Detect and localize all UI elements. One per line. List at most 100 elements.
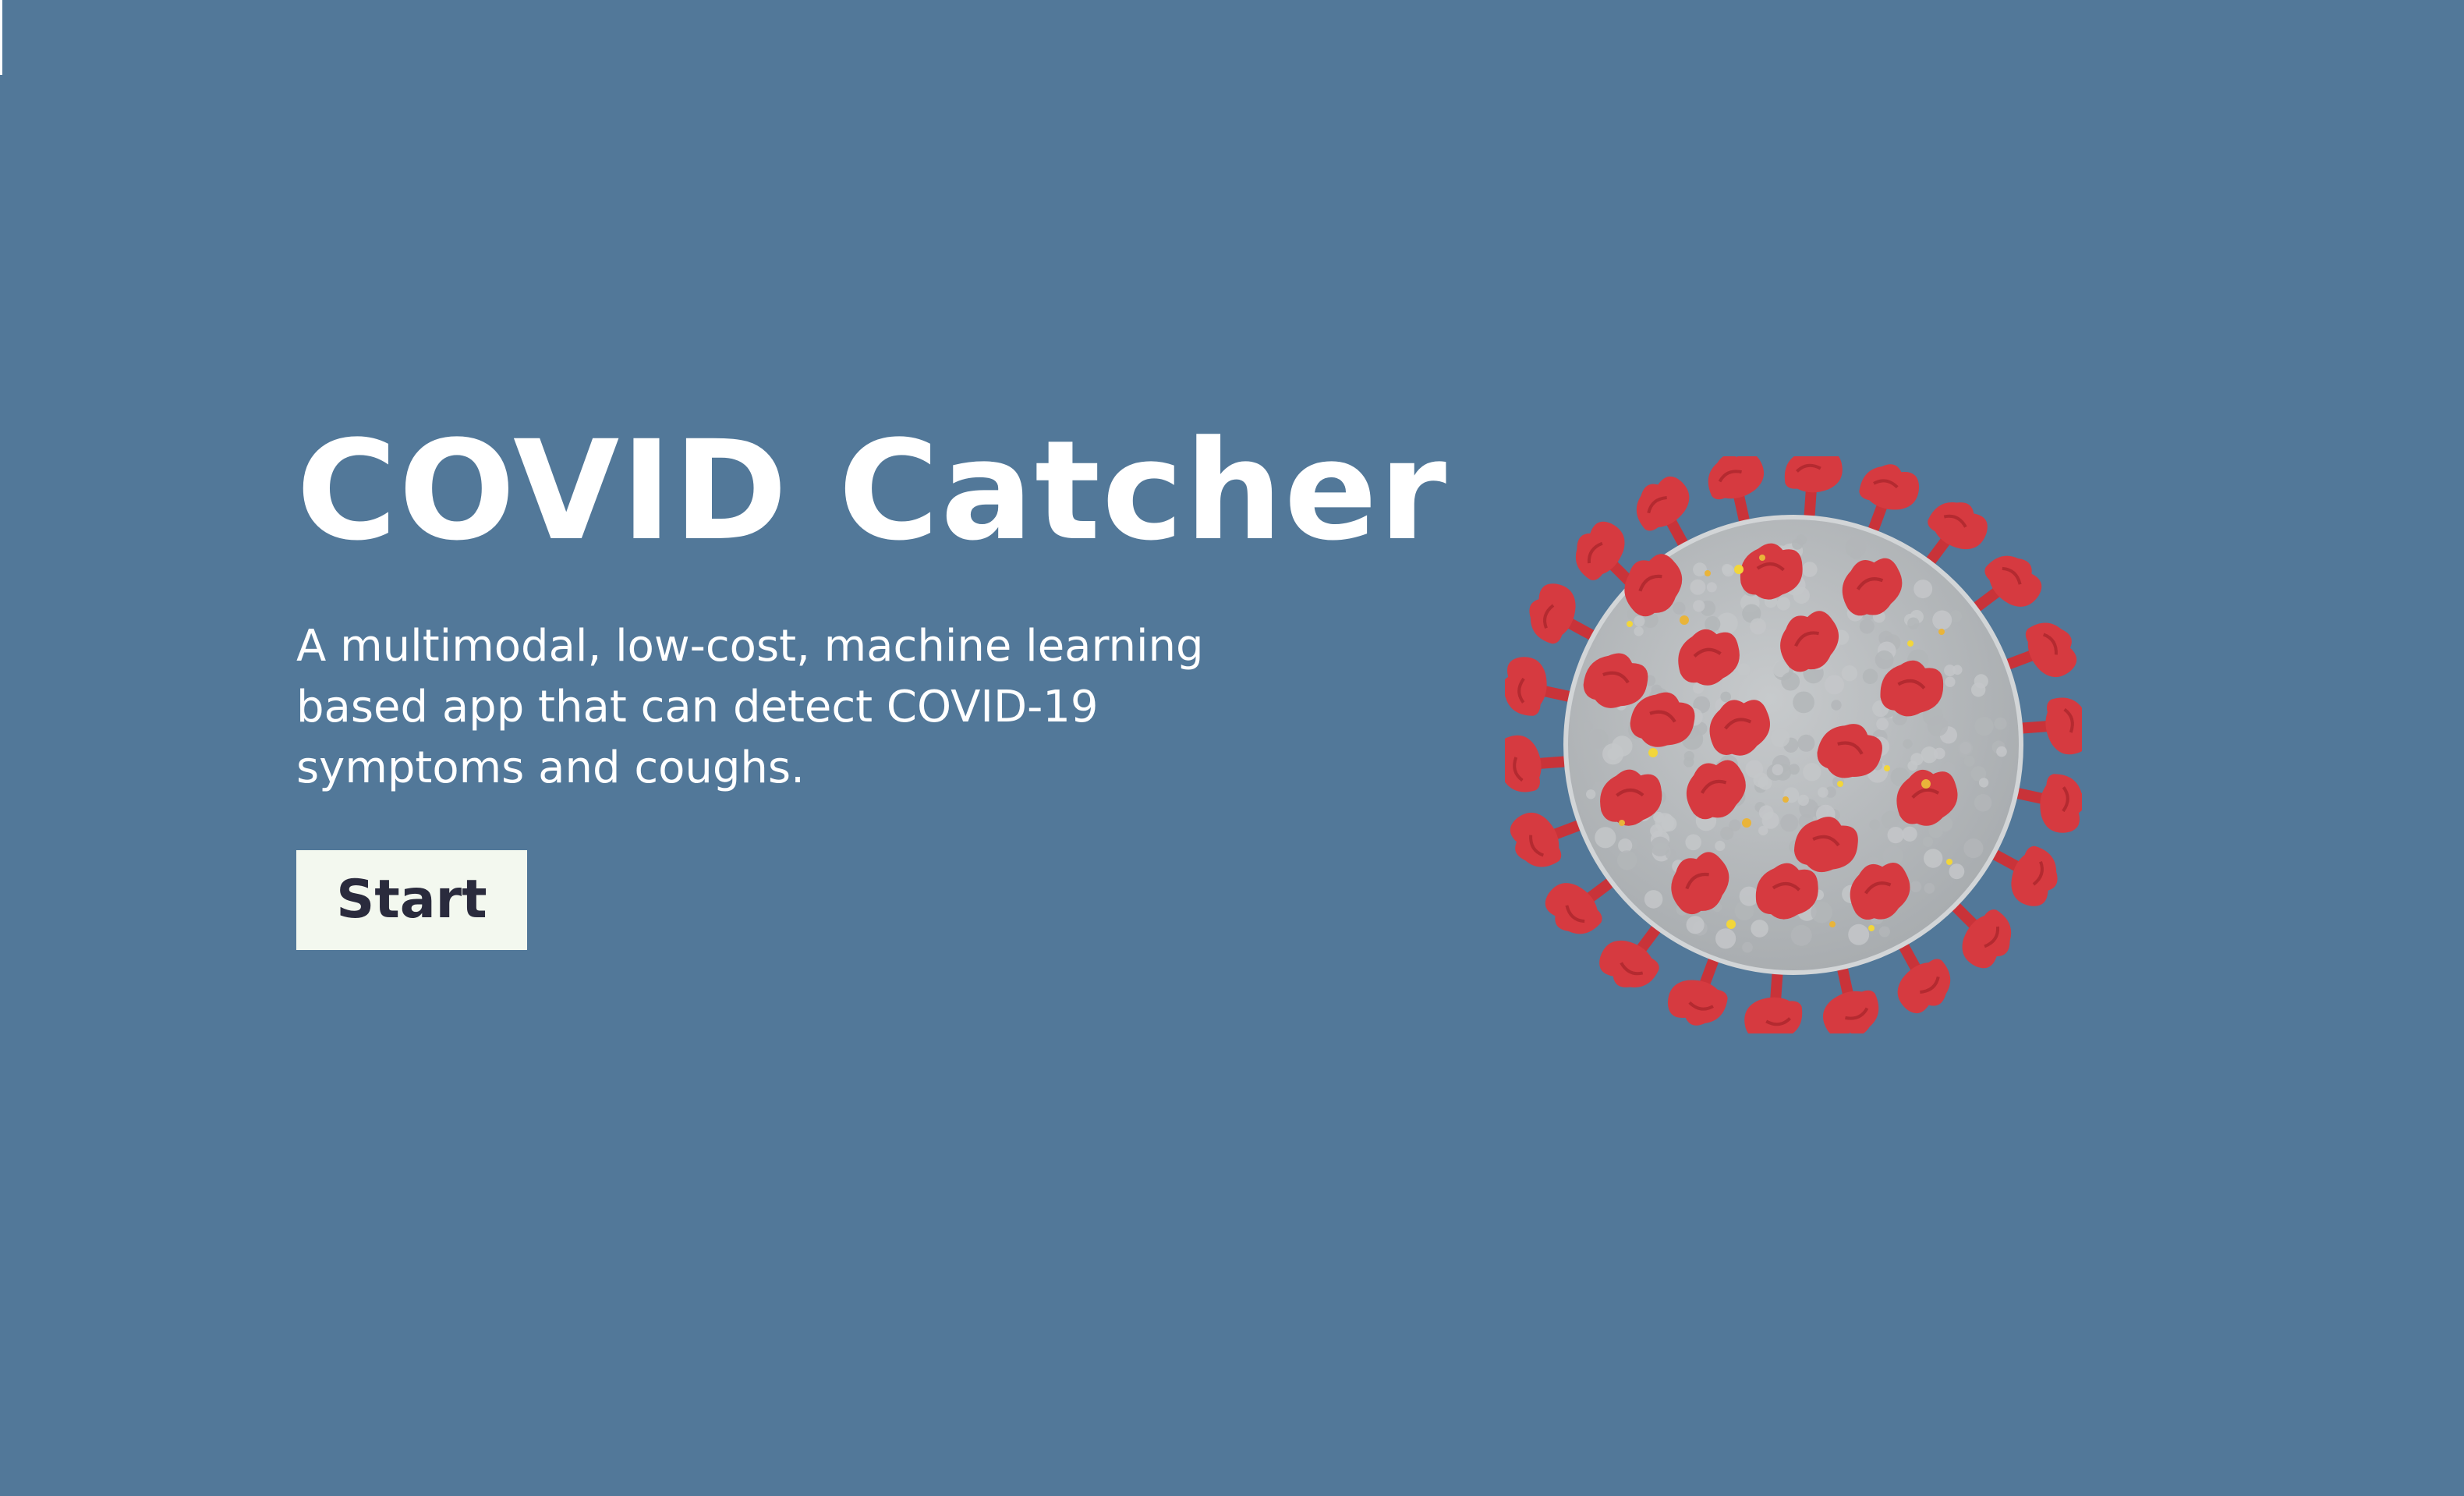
virus-spike xyxy=(2013,693,2082,760)
virus-dot xyxy=(1619,820,1625,826)
virus-dot xyxy=(1946,859,1952,865)
virus-texture xyxy=(1882,810,1899,829)
virus-texture xyxy=(1859,619,1875,634)
virus-texture xyxy=(1602,743,1624,765)
coronavirus-illustration-icon xyxy=(1505,456,2082,1033)
virus-dot xyxy=(1837,781,1843,787)
virus-texture xyxy=(1661,816,1677,831)
virus-spike xyxy=(1741,965,1807,1033)
virus-texture xyxy=(1831,700,1842,711)
virus-texture xyxy=(1770,728,1790,748)
virus-texture xyxy=(1907,617,1920,629)
virus-texture xyxy=(1790,924,1812,946)
virus-texture xyxy=(1818,787,1829,798)
virus-texture xyxy=(1887,827,1904,844)
virus-spike xyxy=(1505,729,1574,796)
virus-texture xyxy=(1617,850,1637,870)
virus-texture xyxy=(1803,763,1821,782)
virus-texture xyxy=(1588,729,1609,749)
virus-texture xyxy=(1932,610,1952,630)
virus-texture xyxy=(1963,755,1975,767)
virus-dot xyxy=(1884,765,1890,771)
virus-texture xyxy=(1862,668,1878,684)
virus-texture xyxy=(1685,834,1701,851)
virus-texture xyxy=(1945,676,1956,687)
virus-texture xyxy=(1802,562,1818,577)
virus-texture xyxy=(1715,928,1736,949)
virus-texture xyxy=(1690,579,1706,595)
virus-texture xyxy=(1875,650,1894,669)
virus-texture xyxy=(1876,718,1889,731)
virus-texture xyxy=(1949,863,1965,880)
virus-dot xyxy=(1829,921,1836,927)
virus-texture xyxy=(1928,823,1943,838)
text-cursor xyxy=(0,0,2,75)
virus-texture xyxy=(1924,849,1943,868)
virus-texture xyxy=(1848,923,1870,945)
virus-texture xyxy=(1729,819,1741,831)
virus-texture xyxy=(1878,926,1890,938)
virus-texture xyxy=(1683,750,1694,761)
virus-texture xyxy=(1781,672,1800,691)
virus-texture xyxy=(1974,793,1992,812)
virus-texture xyxy=(1825,675,1844,695)
virus-texture xyxy=(1788,764,1800,775)
virus-texture xyxy=(1693,600,1705,612)
virus-texture xyxy=(1996,746,2007,757)
virus-texture xyxy=(1776,597,1790,611)
virus-texture xyxy=(1586,789,1596,799)
virus-dot xyxy=(1726,920,1736,929)
virus-texture xyxy=(1595,827,1616,849)
virus-dot xyxy=(1938,629,1945,635)
virus-texture xyxy=(1742,941,1753,953)
virus-dot xyxy=(1680,615,1689,625)
virus-texture xyxy=(1910,881,1922,892)
app-description: A multimodal, low-cost, machine learning… xyxy=(296,621,1204,793)
virus-dot xyxy=(1648,748,1658,757)
virus-texture xyxy=(1750,618,1766,635)
virus-dot xyxy=(1705,570,1711,576)
virus-texture xyxy=(1957,740,1973,756)
virus-texture xyxy=(1650,836,1670,856)
virus-texture xyxy=(1673,601,1686,615)
virus-texture xyxy=(1634,626,1644,636)
virus-texture xyxy=(1851,549,1862,560)
virus-texture xyxy=(1780,814,1799,832)
virus-texture xyxy=(1924,883,1935,894)
virus-texture xyxy=(1737,663,1751,676)
virus-texture xyxy=(1722,563,1733,575)
virus-texture xyxy=(1792,538,1804,550)
virus-texture xyxy=(1952,665,1963,675)
virus-texture xyxy=(1903,739,1913,749)
virus-texture xyxy=(1994,717,2007,730)
start-button[interactable]: Start xyxy=(296,850,527,950)
virus-dot xyxy=(1759,555,1765,561)
virus-texture xyxy=(1933,747,1945,760)
virus-texture xyxy=(1913,580,1933,599)
virus-texture xyxy=(1715,840,1726,852)
virus-texture xyxy=(1693,562,1707,577)
virus-texture xyxy=(1720,691,1731,703)
virus-texture xyxy=(1686,916,1705,934)
virus-texture xyxy=(1978,778,1989,788)
virus-texture xyxy=(1841,665,1858,682)
virus-texture xyxy=(1811,901,1833,923)
virus-texture xyxy=(1797,794,1809,806)
virus-texture xyxy=(1797,734,1815,752)
virus-texture xyxy=(1974,717,1994,736)
virus-spike xyxy=(1779,456,1846,525)
virus-texture xyxy=(1772,764,1783,776)
virus-texture xyxy=(1927,715,1949,737)
virus-texture xyxy=(1761,811,1779,829)
virus-texture xyxy=(1902,826,1917,842)
virus-dot xyxy=(1868,925,1875,931)
page-title: COVID Catcher xyxy=(296,411,1448,571)
virus-texture xyxy=(1706,582,1717,593)
virus-texture xyxy=(1644,890,1663,909)
virus-dot xyxy=(1742,818,1751,828)
virus-texture xyxy=(1922,836,1934,847)
virus-texture xyxy=(1751,920,1768,938)
virus-texture xyxy=(1869,819,1881,831)
virus-texture xyxy=(1971,682,1986,697)
virus-texture xyxy=(1963,838,1984,859)
